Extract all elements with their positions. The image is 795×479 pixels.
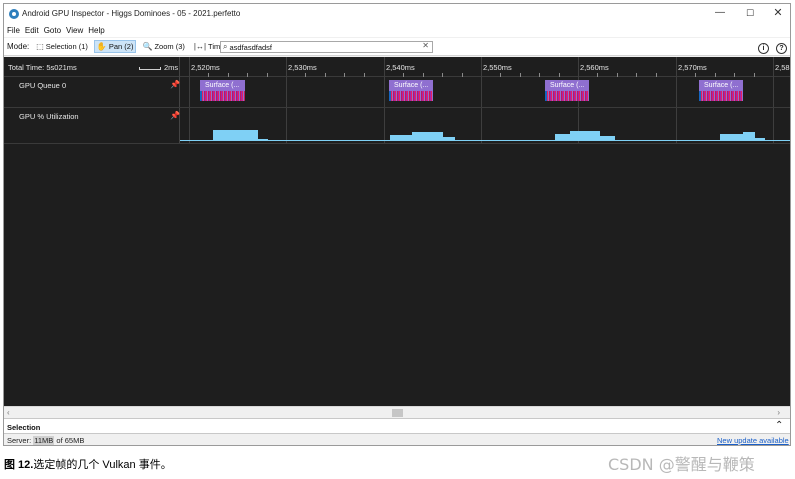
- timeline-panel[interactable]: Total Time: 5s021ms 2ms 2,520ms 2,530ms 2,…: [4, 57, 790, 406]
- search-input[interactable]: [229, 42, 420, 52]
- minimize-button[interactable]: —: [712, 6, 728, 20]
- hand-icon: ✋: [96, 42, 107, 51]
- slice-label: Surface (...: [550, 82, 585, 89]
- clear-search-icon[interactable]: ✕: [422, 41, 429, 50]
- server-used: 11MB: [33, 436, 55, 445]
- tick-label: 2,58: [775, 63, 790, 72]
- track-label-gpu-utilization: GPU % Utilization: [19, 112, 79, 121]
- track-label-gpu-queue: GPU Queue 0: [19, 81, 67, 90]
- window-title: Android GPU Inspector - Higgs Dominoes -…: [22, 9, 241, 18]
- slice-start-marker: [699, 91, 701, 101]
- selection-icon: ⬚: [36, 42, 44, 51]
- collapse-icon[interactable]: ⌃: [775, 420, 783, 431]
- slice-events: [545, 91, 589, 101]
- mode-selection-button[interactable]: ⬚ Selection (1): [33, 40, 91, 53]
- menu-goto[interactable]: Goto: [44, 26, 61, 35]
- mode-pan-button[interactable]: ✋ Pan (2): [93, 40, 137, 53]
- menu-bar: File Edit Goto View Help: [4, 23, 790, 37]
- search-box: ⌕ ✕: [220, 41, 433, 53]
- scroll-right-icon[interactable]: ›: [777, 408, 780, 417]
- menu-file[interactable]: File: [7, 26, 20, 35]
- surface-slice[interactable]: Surface (...: [699, 80, 743, 101]
- pin-icon[interactable]: 📌: [170, 111, 180, 120]
- agi-logo-icon: [9, 8, 19, 19]
- surface-slice[interactable]: Surface (...: [389, 80, 433, 101]
- caption-text: 选定帧的几个 Vulkan 事件。: [33, 459, 172, 471]
- menu-view[interactable]: View: [66, 26, 83, 35]
- track-gpu-utilization[interactable]: GPU % Utilization 📌: [4, 108, 790, 144]
- slice-events: [200, 91, 245, 101]
- total-time: Total Time: 5s021ms: [8, 63, 77, 72]
- watermark: CSDN @警醒与鞭策: [608, 455, 755, 474]
- server-prefix: Server:: [7, 436, 34, 445]
- slice-label: Surface (...: [704, 82, 739, 89]
- search-icon: ⌕: [223, 42, 228, 51]
- help-icon[interactable]: ?: [776, 43, 787, 54]
- pin-icon[interactable]: 📌: [170, 80, 180, 89]
- slice-events: [699, 91, 743, 101]
- maximize-button[interactable]: ☐: [742, 6, 758, 20]
- tick-label: 2,530ms: [288, 63, 317, 72]
- mode-pan-label: Pan (2): [108, 42, 134, 51]
- close-button[interactable]: ✕: [770, 6, 786, 20]
- agi-window: Android GPU Inspector - Higgs Dominoes -…: [3, 3, 791, 446]
- toolbar: Mode: ⬚ Selection (1) ✋ Pan (2) 🔍 Zoom (…: [4, 38, 790, 56]
- mode-label: Mode:: [7, 42, 30, 51]
- scale-label: 2ms: [164, 63, 179, 72]
- zoom-icon: 🔍: [142, 42, 153, 51]
- tick-label: 2,550ms: [483, 63, 512, 72]
- horizontal-scrollbar[interactable]: ‹ ›: [4, 406, 790, 418]
- info-icon[interactable]: i: [758, 43, 769, 54]
- slice-start-marker: [545, 91, 547, 101]
- tick-label: 2,540ms: [386, 63, 415, 72]
- mode-zoom-label: Zoom (3): [154, 42, 185, 51]
- time-ruler[interactable]: Total Time: 5s021ms 2ms 2,520ms 2,530ms 2,…: [4, 57, 790, 144]
- track-gpu-queue[interactable]: GPU Queue 0 📌 Surface (... Surface (... …: [4, 77, 790, 108]
- utilization-area: [180, 130, 790, 141]
- slice-start-marker: [389, 91, 391, 101]
- slice-label: Surface (...: [394, 82, 429, 89]
- server-suffix: of 65MB: [54, 436, 85, 445]
- update-link[interactable]: New update available: [717, 436, 789, 445]
- gpu-utilization-graph: [180, 130, 790, 141]
- menu-help[interactable]: Help: [88, 26, 104, 35]
- surface-slice[interactable]: Surface (...: [200, 80, 245, 101]
- scale-bar: [139, 67, 161, 70]
- tick-label: 2,570ms: [678, 63, 707, 72]
- tick-label: 2,560ms: [580, 63, 609, 72]
- status-bar: Server: 11MB of 65MB New update availabl…: [4, 434, 790, 445]
- scroll-thumb[interactable]: [392, 409, 403, 417]
- surface-slice[interactable]: Surface (...: [545, 80, 589, 101]
- mode-selection-label: Selection (1): [45, 42, 88, 51]
- server-memory: Server: 11MB of 65MB: [7, 436, 84, 445]
- figure-caption: 图 12.选定帧的几个 Vulkan 事件。: [4, 456, 172, 472]
- caption-number: 图 12.: [4, 459, 34, 471]
- slice-events: [389, 91, 433, 101]
- selection-panel-header[interactable]: Selection ⌃: [4, 418, 790, 434]
- title-bar: Android GPU Inspector - Higgs Dominoes -…: [4, 4, 790, 23]
- slice-label: Surface (...: [205, 82, 240, 89]
- scroll-left-icon[interactable]: ‹: [7, 408, 10, 417]
- mode-zoom-button[interactable]: 🔍 Zoom (3): [139, 40, 187, 53]
- menu-edit[interactable]: Edit: [25, 26, 39, 35]
- selection-title: Selection: [7, 423, 41, 432]
- timing-icon: |↔|: [193, 42, 207, 51]
- slice-start-marker: [200, 91, 202, 101]
- tick-label: 2,520ms: [191, 63, 220, 72]
